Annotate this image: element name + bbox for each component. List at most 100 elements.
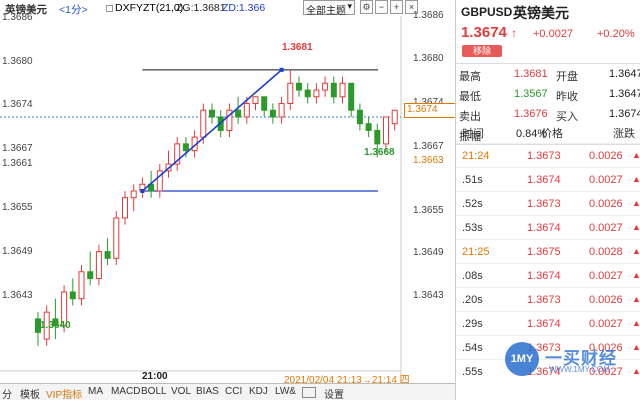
trade-price: 1.3675 <box>527 246 561 258</box>
remove-button[interactable]: 移除 <box>462 45 502 57</box>
stat-value: 1.3674 <box>609 108 640 120</box>
stat-label: 最低 <box>459 91 481 103</box>
indicator-toggle[interactable]: DXFYZT(21,0) <box>106 2 183 14</box>
y-tick-right: 1.3655 <box>413 205 444 216</box>
up-arrow-icon: ▲ <box>632 222 640 232</box>
y-tick-right: 1.3667 <box>413 141 444 152</box>
trade-change: 0.0026 <box>589 198 623 210</box>
trade-change: 0.0027 <box>589 318 623 330</box>
tab-bias[interactable]: BIAS <box>196 386 219 397</box>
trade-time: .55s <box>462 366 483 378</box>
trade-time: .29s <box>462 318 483 330</box>
zoom-out-button[interactable]: − <box>375 0 388 14</box>
y-tick-left: 1.3649 <box>2 246 33 257</box>
trade-time: 21:25 <box>462 246 490 258</box>
candle-body <box>296 82 302 91</box>
candle-body <box>122 197 128 219</box>
stat-label: 开盘 <box>556 71 578 83</box>
stat-value: 1.3647 <box>609 88 640 100</box>
settings-icon[interactable]: ⚙ <box>360 0 373 14</box>
period-selector[interactable]: <1分> <box>59 2 88 17</box>
trade-row: .29s 1.3674 0.0027 ▲ <box>456 311 640 335</box>
tab-boll[interactable]: BOLL <box>141 386 167 397</box>
candle-body <box>113 217 120 259</box>
tab-vol[interactable]: VOL <box>171 386 191 397</box>
trade-row: .08s 1.3674 0.0027 ▲ <box>456 263 640 287</box>
trade-change: 0.0026 <box>589 294 623 306</box>
trade-row: 21:24 1.3673 0.0026 ▲ <box>456 143 640 167</box>
candle-body <box>313 89 320 98</box>
tab-cci[interactable]: CCI <box>225 386 242 397</box>
watermark-url: WWW.1MY.COM <box>549 365 610 374</box>
tab-ma[interactable]: MA <box>88 386 103 397</box>
candle-body <box>365 123 372 131</box>
indicator-label: DXFYZT(21,0) <box>115 2 184 14</box>
zoom-in-button[interactable]: + <box>390 0 403 14</box>
trend-anchor-end <box>279 67 284 72</box>
candle-body <box>243 103 250 118</box>
tab-settings[interactable]: 设置 <box>324 386 344 401</box>
stat-value: 1.3676 <box>514 108 548 120</box>
stat-label: 最高 <box>459 71 481 83</box>
checkbox-icon[interactable] <box>106 5 113 12</box>
candle-body <box>261 96 268 111</box>
stat-row: 最高 1.3681 开盘 1.3647 <box>456 64 640 84</box>
y-tick-left: 1.3674 <box>2 99 33 110</box>
candle-body <box>209 109 215 118</box>
trade-time: .08s <box>462 270 483 282</box>
candle-body <box>200 109 207 138</box>
up-arrow-icon: ▲ <box>632 294 640 304</box>
trade-price: 1.3674 <box>527 174 561 186</box>
tab-macd[interactable]: MACD <box>111 386 140 397</box>
trade-time: .52s <box>462 198 483 210</box>
tab-kdj[interactable]: KDJ <box>249 386 268 397</box>
theme-dropdown[interactable]: 全部主题 <box>303 0 355 17</box>
header-time: 时间 <box>462 128 484 140</box>
tab-lw[interactable]: LW& <box>275 386 296 397</box>
candle-body <box>182 143 189 152</box>
price-change: +0.0027 <box>533 28 574 40</box>
candle-body <box>252 96 259 105</box>
candle-body <box>374 129 381 145</box>
candle-body <box>383 116 389 145</box>
trade-price: 1.3674 <box>527 222 561 234</box>
candle-body <box>322 82 329 91</box>
current-price-tag: 1.3674 <box>404 103 456 118</box>
tab-minute[interactable]: 分 <box>2 386 12 401</box>
chart-panel[interactable]: 英镑美元 <1分> DXFYZT(21,0) ZG:1.3681 ZD:1.36… <box>0 0 456 386</box>
trade-time: 21:24 <box>462 150 490 162</box>
up-arrow-icon: ▲ <box>632 150 640 160</box>
y-tick-left: 1.3667 <box>2 143 33 154</box>
candle-body <box>78 271 85 300</box>
up-arrow-icon: ▲ <box>632 246 640 256</box>
stat-value: 1.3567 <box>514 88 548 100</box>
y-tick-left: 1.3680 <box>2 56 33 67</box>
trade-row: .51s 1.3674 0.0027 ▲ <box>456 167 640 191</box>
indicator-tabbar: 分 模板 VIP指标 MA MACD BOLL VOL BIAS CCI KDJ… <box>0 383 455 401</box>
candle-body <box>287 82 294 105</box>
header-change: 涨跌 <box>613 128 635 140</box>
candle-body <box>278 103 285 118</box>
candle-body <box>87 271 94 279</box>
stat-row: 最低 1.3567 昨收 1.3647 <box>456 84 640 104</box>
stat-value: 1.3647 <box>609 68 640 80</box>
tab-vip-indicator[interactable]: VIP指标 <box>46 386 82 401</box>
tab-expand-icon[interactable] <box>302 387 316 398</box>
tab-template[interactable]: 模板 <box>20 386 40 401</box>
candle-body <box>304 89 311 98</box>
trade-time: .20s <box>462 294 483 306</box>
brand-logo-icon: 1MY <box>505 342 539 376</box>
up-arrow-icon: ▲ <box>632 318 640 328</box>
trade-price: 1.3673 <box>527 198 561 210</box>
trade-row: .53s 1.3674 0.0027 ▲ <box>456 215 640 239</box>
orange-price-tag: 1.3663 <box>413 155 444 166</box>
trade-change: 0.0026 <box>589 150 623 162</box>
trade-change: 0.0027 <box>589 270 623 282</box>
y-tick-right: 1.3680 <box>413 53 444 64</box>
x-axis-label: 21:00 <box>142 371 168 382</box>
trade-time: .54s <box>462 342 483 354</box>
stat-label: 昨收 <box>556 91 578 103</box>
up-arrow-icon: ▲ <box>632 198 640 208</box>
candle-body <box>339 82 346 98</box>
y-tick-right: 1.3686 <box>413 10 444 21</box>
